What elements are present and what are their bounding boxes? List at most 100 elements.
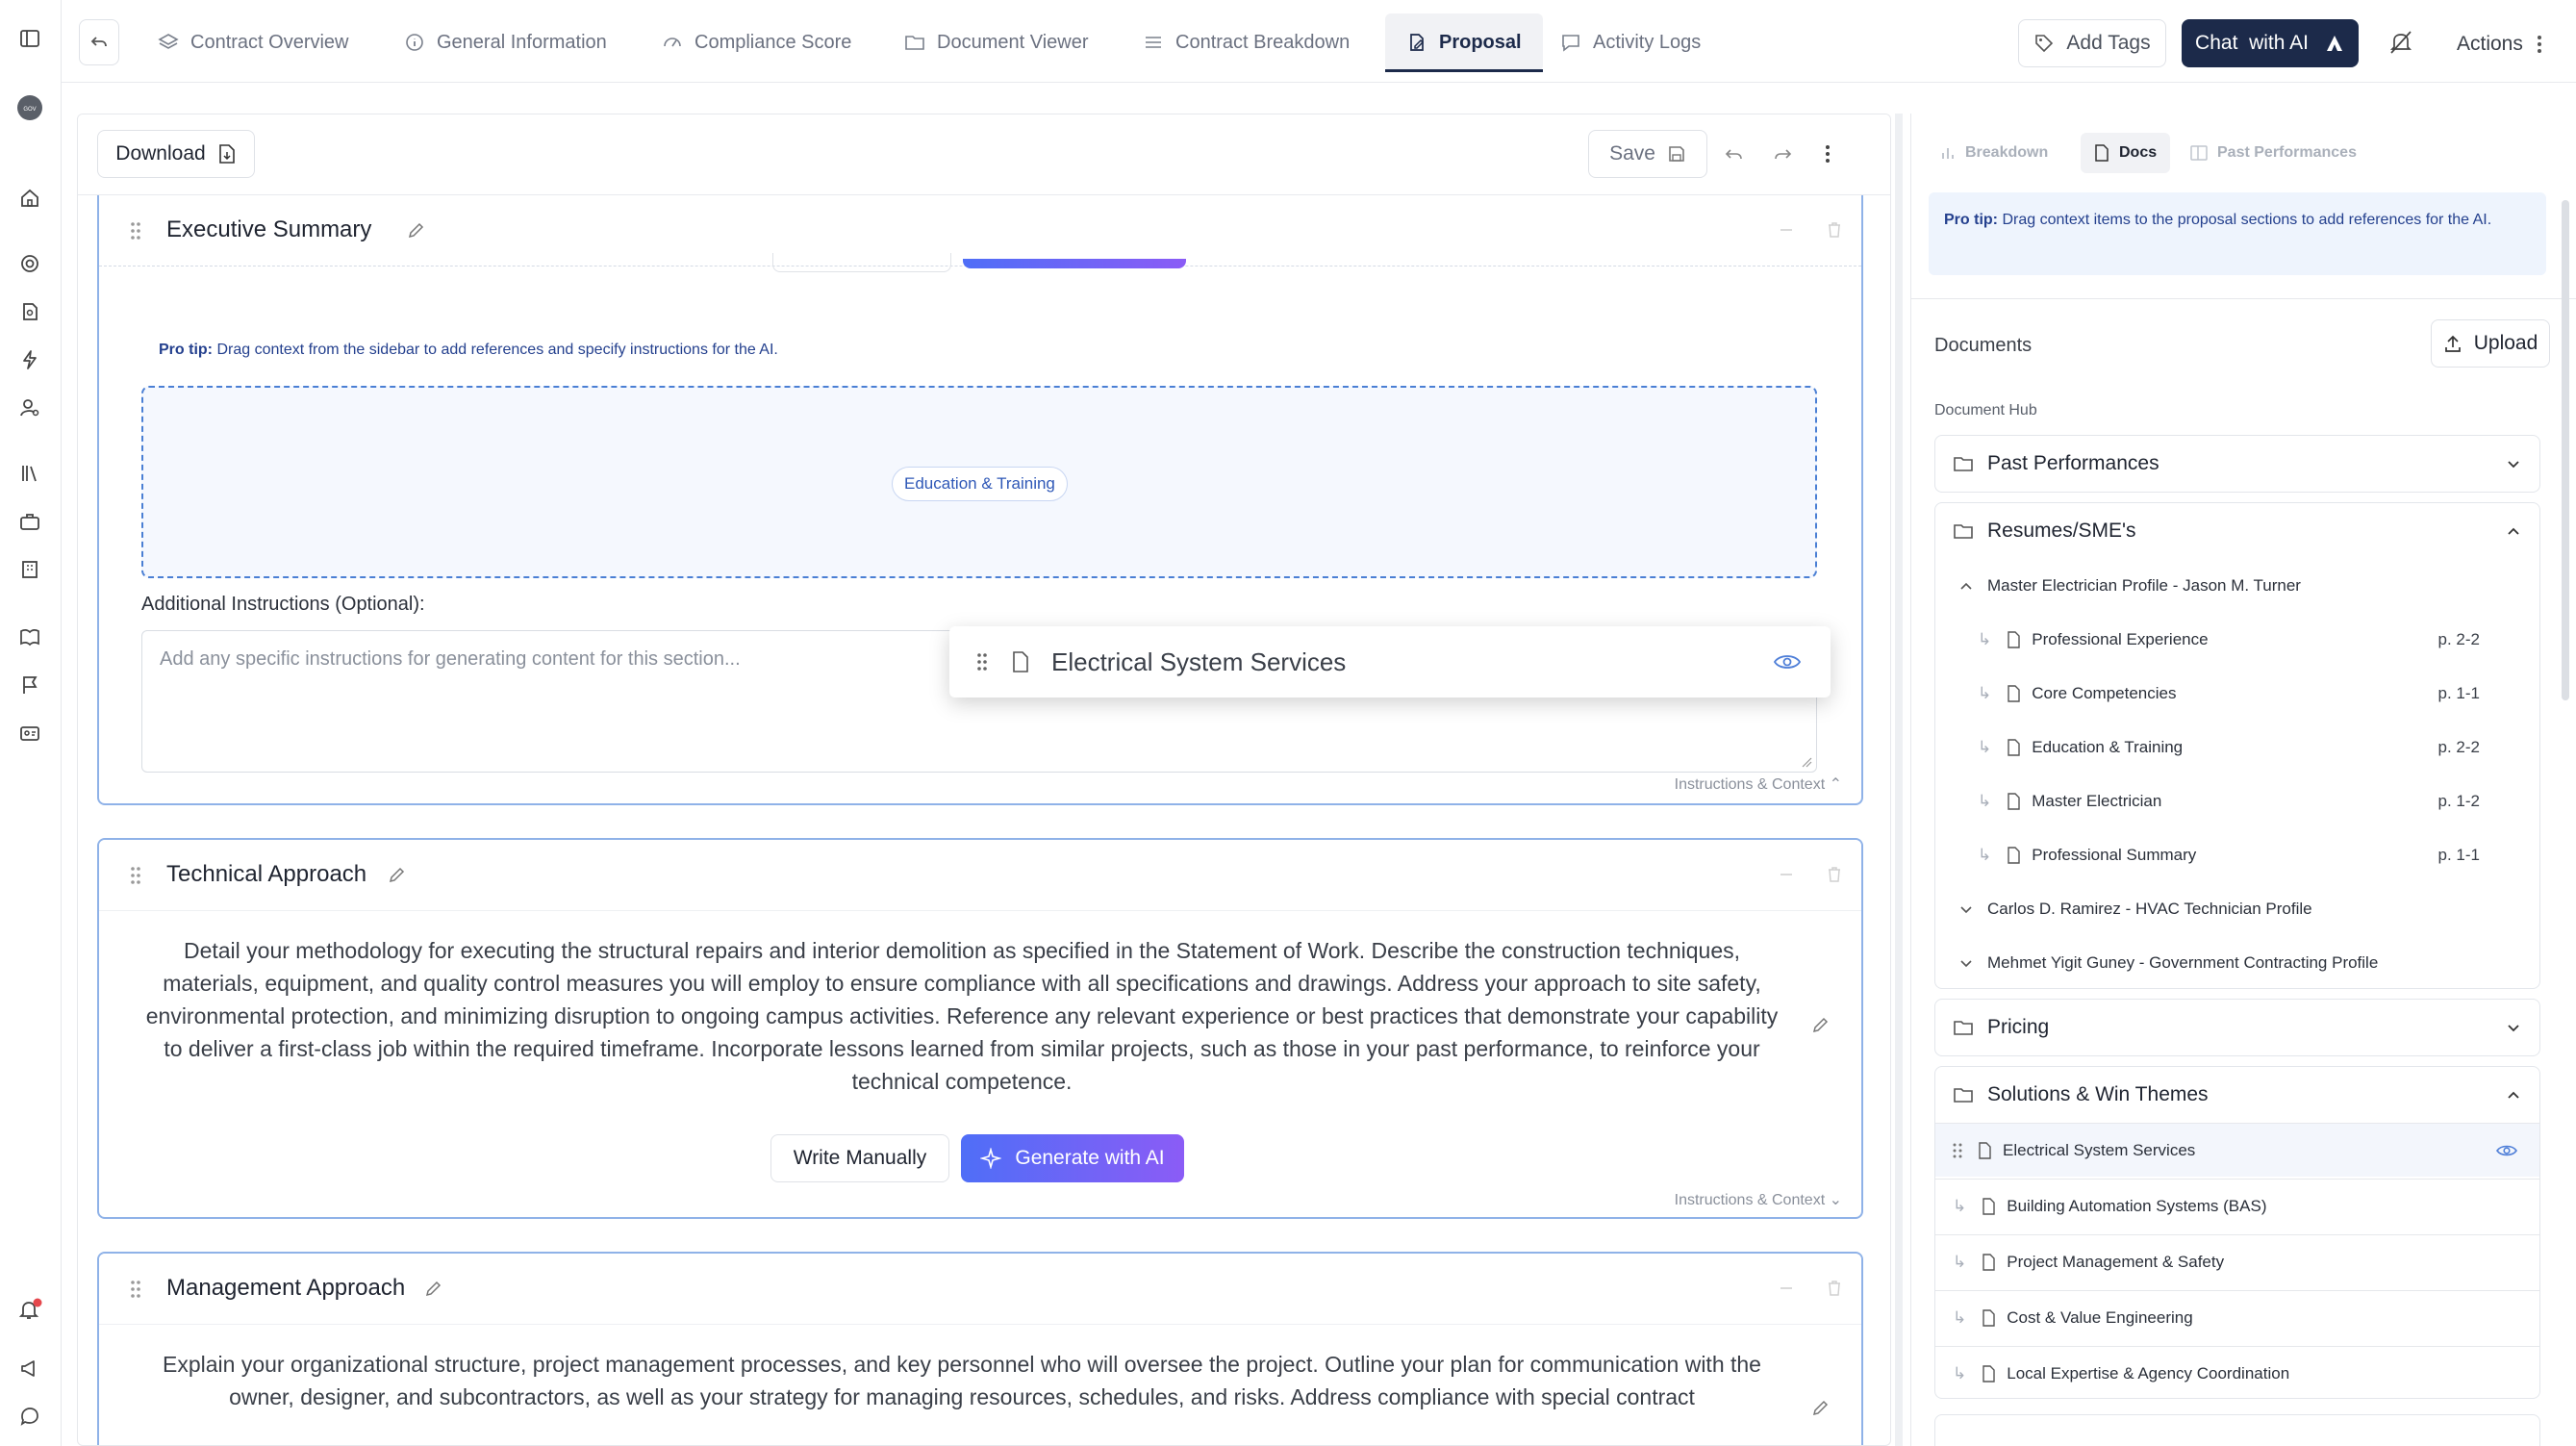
actions-menu[interactable]: Actions [2457,33,2542,56]
home-icon[interactable] [16,185,43,212]
solution-item[interactable]: ↳ Building Automation Systems (BAS) [1935,1179,2539,1232]
list-icon [1146,37,1161,48]
chat-bubble-icon[interactable] [16,1403,43,1430]
tab-proposal[interactable]: Proposal [1385,13,1543,72]
resume-parent[interactable]: Master Electrician Profile - Jason M. Tu… [1958,559,2516,613]
edit-title-icon[interactable] [424,1279,443,1298]
tab-breakdown[interactable]: Breakdown [1940,133,2048,173]
folder-icon [1954,524,1973,539]
trash-icon[interactable] [1825,220,1844,240]
library-icon[interactable] [16,460,43,487]
book-icon[interactable] [16,623,43,650]
file-icon [2008,631,2020,648]
file-icon [2008,685,2020,702]
tab-compliance-score[interactable]: Compliance Score [662,13,851,71]
add-tags-button[interactable]: Add Tags [2018,19,2166,67]
tab-docs[interactable]: Docs [2081,133,2171,173]
columns-icon [2190,145,2208,161]
resume-child[interactable]: ↳ Professional Experience p. 2-2 [1978,613,2516,667]
edit-title-icon[interactable] [407,220,426,240]
toggle-label: Instructions & Context [1674,776,1826,793]
resize-handle-icon[interactable] [1801,756,1812,768]
instructions-context-toggle[interactable]: Instructions & Context ⌃ [1675,774,1842,794]
target-icon[interactable] [16,250,43,277]
file-icon [1979,1141,1991,1159]
proposal-editor: Download Save Executive Summary Pro tip:… [77,114,1891,1446]
tab-past-performances[interactable]: Past Performances [2190,133,2357,173]
editor-scrollbar[interactable] [1895,114,1903,1446]
clipped-write-button [772,253,951,272]
instructions-context-toggle[interactable]: Instructions & Context ⌄ [1675,1190,1842,1209]
redo-icon[interactable] [1773,145,1792,165]
flag-icon[interactable] [16,672,43,698]
section-executive-summary: Executive Summary Pro tip: Drag context … [97,195,1863,805]
tab-contract-overview[interactable]: Contract Overview [158,13,349,71]
resume-parent[interactable]: Carlos D. Ramirez - HVAC Technician Prof… [1958,882,2516,936]
group-header[interactable]: Resumes/SME's [1935,503,2539,559]
chat-with-ai-label: Chat with AI [2195,32,2309,54]
download-button[interactable]: Download [97,130,255,178]
back-button[interactable] [79,19,119,65]
panel-scrollbar[interactable] [2562,200,2569,700]
file-download-icon [218,144,235,164]
collapse-icon[interactable] [1777,220,1796,240]
resume-child[interactable]: ↳ Professional Summary p. 1-1 [1978,828,2516,882]
undo-icon[interactable] [1725,145,1744,165]
lightning-icon[interactable] [16,346,43,373]
resume-child[interactable]: ↳ Master Electrician p. 1-2 [1978,774,2516,828]
tab-activity-logs[interactable]: Activity Logs [1560,13,1701,71]
drag-handle-icon[interactable] [130,1279,141,1300]
instructions-label: Additional Instructions (Optional): [141,594,425,615]
group-header[interactable]: Solutions & Win Themes [1935,1067,2539,1123]
context-chip[interactable]: Education & Training [892,467,1068,501]
write-manually-button[interactable]: Write Manually [770,1134,949,1182]
resume-parent[interactable]: Mehmet Yigit Guney - Government Contract… [1958,936,2516,990]
collapse-icon[interactable] [1777,865,1796,884]
solution-item[interactable]: ↳ Cost & Value Engineering [1935,1290,2539,1344]
sidebar-toggle-icon[interactable] [16,25,43,52]
tab-general-information[interactable]: General Information [404,13,607,71]
tab-label: General Information [437,31,607,53]
sub-arrow-icon: ↳ [1953,1252,1967,1271]
left-rail: GOV [0,0,62,1446]
document-search-icon[interactable] [16,298,43,325]
resume-child[interactable]: ↳ Core Competencies p. 1-1 [1978,667,2516,721]
building-icon[interactable] [16,556,43,583]
briefcase-icon[interactable] [16,508,43,535]
solution-item[interactable]: ↳ Project Management & Safety [1935,1234,2539,1288]
solution-item[interactable]: ↳ Local Expertise & Agency Coordination [1935,1346,2539,1398]
file-icon [2008,793,2020,810]
trash-icon[interactable] [1825,1279,1844,1298]
group-past-performances[interactable]: Past Performances [1934,435,2540,493]
edit-prompt-icon[interactable] [1811,1015,1831,1034]
sub-arrow-icon: ↳ [1953,1363,1967,1383]
more-options-icon[interactable] [1825,143,1831,165]
tab-document-viewer[interactable]: Document Viewer [904,13,1088,71]
notifications-off-icon[interactable] [2387,29,2414,56]
bell-icon[interactable] [16,1297,43,1324]
edit-title-icon[interactable] [388,865,407,884]
collapse-icon[interactable] [1777,1279,1796,1298]
megaphone-icon[interactable] [16,1355,43,1382]
generate-with-ai-button[interactable]: Generate with AI [961,1134,1184,1182]
solution-item-dragging[interactable]: Electrical System Services [1935,1123,2539,1177]
drag-handle-icon [977,653,987,671]
upload-button[interactable]: Upload [2431,319,2550,368]
edit-prompt-icon[interactable] [1811,1398,1831,1417]
id-card-icon[interactable] [16,720,43,747]
trash-icon[interactable] [1825,865,1844,884]
dragged-context-card[interactable]: Electrical System Services [949,626,1831,698]
save-button[interactable]: Save [1588,130,1707,178]
user-search-icon[interactable] [16,394,43,421]
chat-with-ai-button[interactable]: Chat with AI [2182,19,2359,67]
tab-contract-breakdown[interactable]: Contract Breakdown [1143,13,1350,71]
sub-arrow-icon: ↳ [1978,846,1992,864]
drag-handle-icon[interactable] [130,865,141,886]
org-avatar[interactable]: GOV [16,94,43,121]
group-pricing[interactable]: Pricing [1934,999,2540,1056]
context-side-panel: Breakdown Docs Past Performances Pro tip… [1910,114,2576,1446]
drag-handle-icon[interactable] [130,220,141,241]
resume-label: Carlos D. Ramirez - HVAC Technician Prof… [1987,900,2312,918]
pro-tip-text: Drag context from the sidebar to add ref… [216,342,778,358]
resume-child[interactable]: ↳ Education & Training p. 2-2 [1978,721,2516,774]
